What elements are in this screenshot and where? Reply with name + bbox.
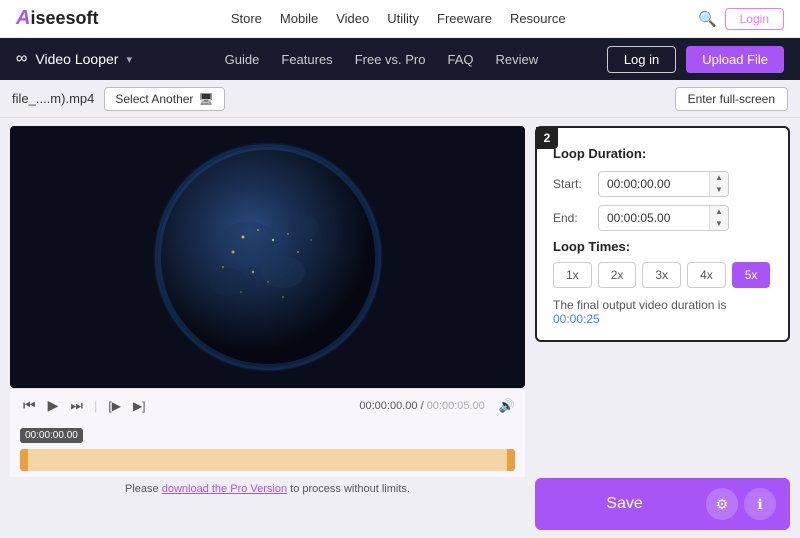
nav-freeware[interactable]: Freeware [437,11,492,26]
start-time-input[interactable] [599,173,709,195]
card-badge: 2 [536,127,558,149]
logo: Aiseesoft [16,7,98,30]
loop-times-row: 1x 2x 3x 4x 5x [553,262,772,288]
main-area: ⏮ ▶ ⏭ | [▶ ▶] 00:00:00.00 / 00:00:05.00 … [0,118,800,538]
second-nav-right: Log in Upload File [607,46,784,73]
time-separator: / [421,400,424,412]
pro-version-link[interactable]: download the Pro Version [162,483,287,495]
earth-svg [153,142,383,372]
volume-icon[interactable]: 🔊 [499,398,515,414]
output-text: The final output video duration is [553,298,726,312]
time-current: 00:00:00.00 [359,400,417,412]
search-icon[interactable]: 🔍 [698,10,717,28]
save-area: Save ⚙ ℹ [535,478,790,530]
nav-resource[interactable]: Resource [510,11,566,26]
nav-store[interactable]: Store [231,11,262,26]
end-spinner-up[interactable]: ▲ [710,206,728,218]
pro-notice-text-after: to process without limits. [287,483,410,495]
timeline-handle-left[interactable] [20,449,28,471]
time-display: 00:00:00.00 / 00:00:05.00 [359,400,484,412]
timeline-area: 00:00:00.00 [10,422,525,477]
tool-name-label: Video Looper [35,51,118,67]
start-spinner-up[interactable]: ▲ [710,172,728,184]
end-field-row: End: ▲ ▼ [553,205,772,231]
loop-end-button[interactable]: ▶] [130,397,149,415]
top-navbar: Aiseesoft Store Mobile Video Utility Fre… [0,0,800,38]
loop-5x-button[interactable]: 5x [732,262,771,288]
log-in-button[interactable]: Log in [607,46,676,73]
save-gear-button[interactable]: ⚙ [706,488,738,520]
chevron-down-icon[interactable]: ▾ [126,53,132,66]
start-label: Start: [553,177,598,191]
login-button[interactable]: Login [725,8,784,30]
nav-faq[interactable]: FAQ [447,52,473,67]
skip-forward-button[interactable]: ⏭ [67,395,86,416]
loop-duration-label: Loop Duration: [553,146,772,161]
start-time-input-group: ▲ ▼ [598,171,729,197]
skip-back-button[interactable]: ⏮ [20,395,39,416]
timeline-track[interactable] [20,449,515,471]
end-time-input-group: ▲ ▼ [598,205,729,231]
loop-times-label: Loop Times: [553,239,772,254]
tool-name-area: ∞ Video Looper ▾ [16,50,156,68]
nav-review[interactable]: Review [496,52,539,67]
logo-a: A [16,7,30,30]
file-name-label: file_....m).mp4 [12,91,94,106]
output-duration: 00:00:25 [553,312,600,326]
video-section: ⏮ ▶ ⏭ | [▶ ▶] 00:00:00.00 / 00:00:05.00 … [10,126,525,530]
video-controls-bar: ⏮ ▶ ⏭ | [▶ ▶] 00:00:00.00 / 00:00:05.00 … [10,388,525,422]
earth-visual [10,126,525,388]
pro-notice: Please download the Pro Version to proce… [10,477,525,497]
select-another-label: Select Another [115,92,193,106]
play-button[interactable]: ▶ [45,395,62,416]
timeline-handle-right[interactable] [507,449,515,471]
toolbar-left: file_....m).mp4 Select Another 🖥 [12,87,225,111]
nav-mobile[interactable]: Mobile [280,11,318,26]
nav-video[interactable]: Video [336,11,369,26]
nav-utility[interactable]: Utility [387,11,419,26]
save-info-button[interactable]: ℹ [744,488,776,520]
select-another-button[interactable]: Select Another 🖥 [104,87,224,111]
loop-settings-card: 2 Loop Duration: Start: ▲ ▼ End: ▲ [535,126,790,342]
second-nav-links: Guide Features Free vs. Pro FAQ Review [176,52,587,67]
separator: | [94,398,97,413]
loop-start-button[interactable]: [▶ [105,397,124,415]
timeline-time-label: 00:00:00.00 [20,428,83,443]
end-spinner-down[interactable]: ▼ [710,218,728,230]
logo-text: iseesoft [30,8,98,29]
nav-free-vs-pro[interactable]: Free vs. Pro [355,52,426,67]
loop-icon: ∞ [16,50,27,68]
start-field-row: Start: ▲ ▼ [553,171,772,197]
fullscreen-button[interactable]: Enter full-screen [675,87,788,111]
top-nav-links: Store Mobile Video Utility Freeware Reso… [231,11,566,26]
loop-3x-button[interactable]: 3x [642,262,681,288]
pro-notice-text-before: Please [125,483,162,495]
video-player [10,126,525,388]
loop-1x-button[interactable]: 1x [553,262,592,288]
right-panel: 2 Loop Duration: Start: ▲ ▼ End: ▲ [535,126,790,530]
upload-file-button[interactable]: Upload File [686,46,784,73]
nav-features[interactable]: Features [281,52,332,67]
end-time-input[interactable] [599,207,709,229]
nav-guide[interactable]: Guide [225,52,260,67]
time-total: 00:00:05.00 [427,400,485,412]
loop-4x-button[interactable]: 4x [687,262,726,288]
end-spinners: ▲ ▼ [709,206,728,230]
start-spinners: ▲ ▼ [709,172,728,196]
loop-2x-button[interactable]: 2x [598,262,637,288]
toolbar-row: file_....m).mp4 Select Another 🖥 Enter f… [0,80,800,118]
output-notice: The final output video duration is 00:00… [553,298,772,326]
end-label: End: [553,211,598,225]
save-label[interactable]: Save [549,495,700,513]
monitor-icon: 🖥 [198,92,213,106]
second-navbar: ∞ Video Looper ▾ Guide Features Free vs.… [0,38,800,80]
start-spinner-down[interactable]: ▼ [710,184,728,196]
top-nav-right: 🔍 Login [698,8,784,30]
